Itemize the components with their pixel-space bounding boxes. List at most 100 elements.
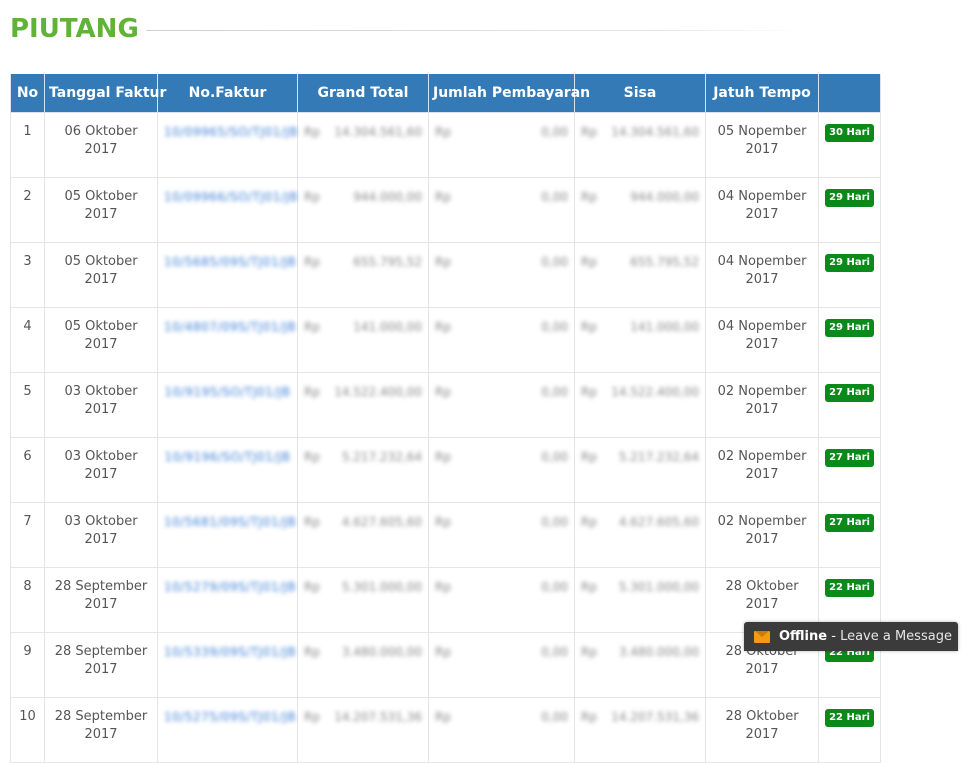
faktur-link[interactable]: 10/09965/SO/TJ01/JB <box>164 123 298 141</box>
currency-label: Rp <box>581 515 597 529</box>
table-row: 1 06 Oktober 2017 10/09965/SO/TJ01/JB Rp 14.… <box>10 112 881 178</box>
sisa-value: 14.522.400,00 <box>611 385 699 399</box>
faktur-link[interactable]: 10/9195/SO/TJ01/JB <box>165 383 291 401</box>
pembayaran-value: 0,00 <box>541 645 568 659</box>
cell-sisa: Rp 5.301.000,00 <box>574 567 706 633</box>
days-badge: 22 Hari <box>825 579 874 597</box>
currency-label: Rp <box>304 710 320 724</box>
grand-total-value: 5.217.232,64 <box>341 450 422 464</box>
currency-label: Rp <box>304 385 320 399</box>
header-grand-total[interactable]: Grand Total <box>297 74 429 113</box>
sisa-value: 4.627.605,60 <box>618 515 699 529</box>
cell-jumlah-pembayaran: Rp 0,00 <box>428 632 575 698</box>
cell-grand-total: Rp 5.217.232,64 <box>297 437 429 503</box>
grand-total-value: 14.207.531,36 <box>334 710 422 724</box>
pembayaran-value: 0,00 <box>541 255 568 269</box>
cell-status: 27 Hari <box>818 372 881 438</box>
pembayaran-value: 0,00 <box>541 580 568 594</box>
header-no-faktur[interactable]: No.Faktur <box>157 74 298 113</box>
cell-grand-total: Rp 5.301.000,00 <box>297 567 429 633</box>
faktur-link[interactable]: 10/5685/09S/TJ01/JB <box>164 253 296 271</box>
faktur-link[interactable]: 10/5275/09S/TJ01/JB <box>164 708 296 726</box>
grand-total-value: 3.480.000,00 <box>341 645 422 659</box>
page-title: PIUTANG <box>10 14 139 44</box>
cell-no: 5 <box>10 372 45 438</box>
cell-tanggal-faktur: 05 Oktober 2017 <box>44 177 158 243</box>
grand-total-value: 655.795,52 <box>353 255 422 269</box>
cell-no-faktur: 10/5279/09S/TJ01/JB <box>157 567 298 633</box>
currency-label: Rp <box>581 580 597 594</box>
faktur-link[interactable]: 10/09966/SO/TJ01/JB <box>164 188 298 206</box>
cell-no: 1 <box>10 112 45 178</box>
currency-label: Rp <box>581 125 597 139</box>
cell-no: 9 <box>10 632 45 698</box>
envelope-icon <box>754 630 770 643</box>
faktur-link[interactable]: 10/5339/09S/TJ01/JB <box>164 643 296 661</box>
cell-status: 29 Hari <box>818 242 881 308</box>
cell-grand-total: Rp 944.000,00 <box>297 177 429 243</box>
pembayaran-value: 0,00 <box>541 320 568 334</box>
table-row: 6 03 Oktober 2017 10/9196/SO/TJ01/JB Rp 5.21… <box>10 437 881 503</box>
header-sisa[interactable]: Sisa <box>574 74 706 113</box>
cell-tanggal-faktur: 05 Oktober 2017 <box>44 307 158 373</box>
cell-no: 8 <box>10 567 45 633</box>
currency-label: Rp <box>435 255 451 269</box>
pembayaran-value: 0,00 <box>541 190 568 204</box>
cell-no: 7 <box>10 502 45 568</box>
currency-label: Rp <box>304 320 320 334</box>
table-row: 5 03 Oktober 2017 10/9195/SO/TJ01/JB Rp 14.5… <box>10 372 881 438</box>
pembayaran-value: 0,00 <box>541 385 568 399</box>
cell-sisa: Rp 14.207.531,36 <box>574 697 706 763</box>
chat-widget[interactable]: Offline - Leave a Message <box>744 622 958 651</box>
header-jumlah-pembayaran[interactable]: Jumlah Pembayaran <box>428 74 590 113</box>
table-row: 7 03 Oktober 2017 10/5681/09S/TJ01/JB Rp 4.6… <box>10 502 881 568</box>
cell-jatuh-tempo: 04 Nopember 2017 <box>705 242 819 308</box>
currency-label: Rp <box>435 450 451 464</box>
currency-label: Rp <box>581 190 597 204</box>
cell-no-faktur: 10/9195/SO/TJ01/JB <box>157 372 298 438</box>
faktur-link[interactable]: 10/5279/09S/TJ01/JB <box>164 578 296 596</box>
cell-jumlah-pembayaran: Rp 0,00 <box>428 307 575 373</box>
header-jatuh-tempo[interactable]: Jatuh Tempo <box>705 74 819 113</box>
piutang-table: No Tanggal Faktur No.Faktur Grand Total … <box>10 74 881 763</box>
currency-label: Rp <box>435 190 451 204</box>
cell-jatuh-tempo: 04 Nopember 2017 <box>705 307 819 373</box>
sisa-value: 5.217.232,64 <box>618 450 699 464</box>
cell-jatuh-tempo: 02 Nopember 2017 <box>705 437 819 503</box>
header-tanggal-faktur[interactable]: Tanggal Faktur <box>44 74 166 113</box>
days-badge: 27 Hari <box>825 449 874 467</box>
cell-jatuh-tempo: 04 Nopember 2017 <box>705 177 819 243</box>
pembayaran-value: 0,00 <box>541 710 568 724</box>
cell-no-faktur: 10/5339/09S/TJ01/JB <box>157 632 298 698</box>
cell-jumlah-pembayaran: Rp 0,00 <box>428 437 575 503</box>
cell-no-faktur: 10/4807/09S/TJ01/JB <box>157 307 298 373</box>
cell-no-faktur: 10/5685/09S/TJ01/JB <box>157 242 298 308</box>
faktur-link[interactable]: 10/5681/09S/TJ01/JB <box>164 513 296 531</box>
cell-no-faktur: 10/5275/09S/TJ01/JB <box>157 697 298 763</box>
table-row: 10 28 September 2017 10/5275/09S/TJ01/JB Rp… <box>10 697 881 763</box>
header-status <box>818 74 881 113</box>
cell-sisa: Rp 14.304.561,60 <box>574 112 706 178</box>
currency-label: Rp <box>304 125 320 139</box>
currency-label: Rp <box>304 450 320 464</box>
table-row: 2 05 Oktober 2017 10/09966/SO/TJ01/JB Rp 944… <box>10 177 881 243</box>
currency-label: Rp <box>435 320 451 334</box>
header-no[interactable]: No <box>10 74 45 113</box>
cell-tanggal-faktur: 03 Oktober 2017 <box>44 437 158 503</box>
cell-no-faktur: 10/09966/SO/TJ01/JB <box>157 177 298 243</box>
days-badge: 29 Hari <box>825 319 874 337</box>
currency-label: Rp <box>581 385 597 399</box>
currency-label: Rp <box>304 645 320 659</box>
grand-total-value: 4.627.605,60 <box>341 515 422 529</box>
faktur-link[interactable]: 10/4807/09S/TJ01/JB <box>164 318 296 336</box>
cell-jatuh-tempo: 05 Nopember 2017 <box>705 112 819 178</box>
cell-status: 27 Hari <box>818 437 881 503</box>
cell-jumlah-pembayaran: Rp 0,00 <box>428 567 575 633</box>
faktur-link[interactable]: 10/9196/SO/TJ01/JB <box>165 448 291 466</box>
cell-grand-total: Rp 14.207.531,36 <box>297 697 429 763</box>
cell-sisa: Rp 14.522.400,00 <box>574 372 706 438</box>
currency-label: Rp <box>435 385 451 399</box>
cell-status: 29 Hari <box>818 177 881 243</box>
cell-jumlah-pembayaran: Rp 0,00 <box>428 372 575 438</box>
currency-label: Rp <box>581 645 597 659</box>
